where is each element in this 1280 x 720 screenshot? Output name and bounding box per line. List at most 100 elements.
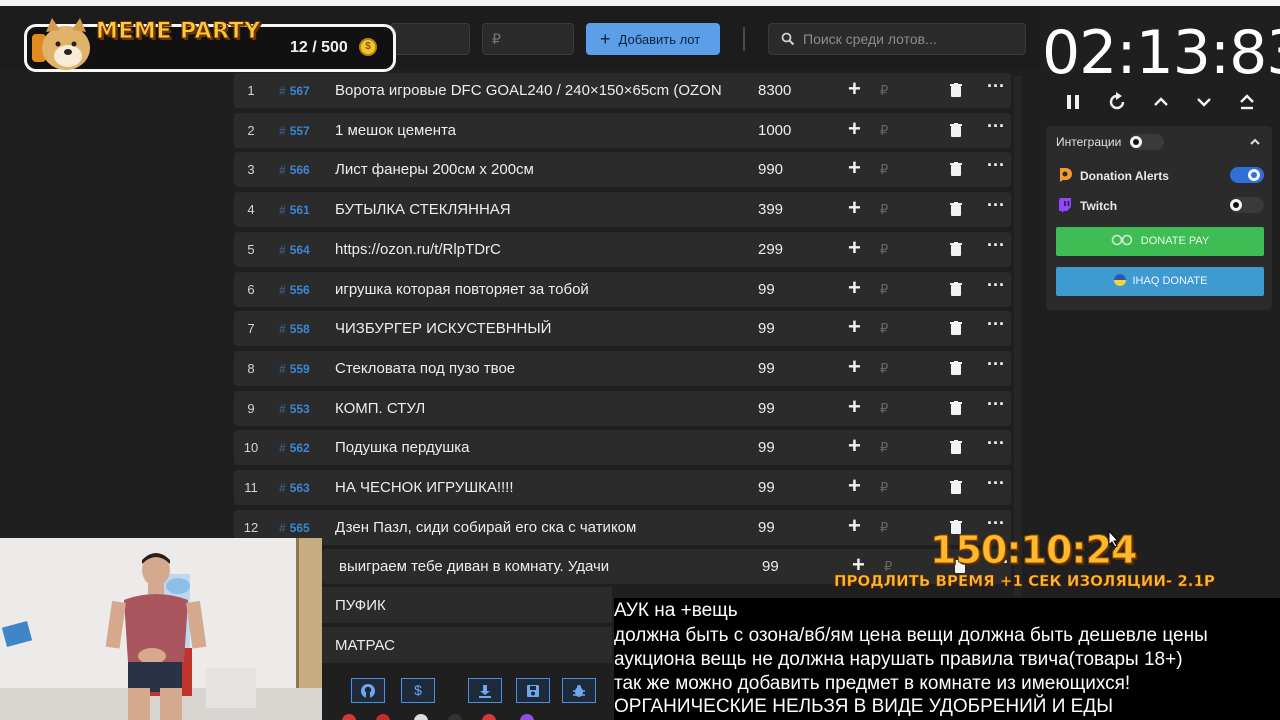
plain-lot-row[interactable]: ПУФИК (322, 587, 612, 623)
more-options-icon[interactable]: ··· (987, 473, 1005, 494)
more-options-icon[interactable]: ··· (987, 314, 1005, 335)
lot-name[interactable]: БУТЫЛКА СТЕКЛЯННАЯ (335, 201, 731, 218)
lot-id[interactable]: #553 (279, 402, 310, 416)
lot-name[interactable]: КОМП. СТУЛ (335, 400, 731, 417)
amount-input[interactable]: ₽ (880, 361, 888, 377)
lot-name[interactable]: Дзен Пазл, сиди собирай его ска с чатико… (335, 519, 731, 536)
lot-row[interactable]: 7 #558 ЧИЗБУРГЕР ИСКУСТЕВННЫЙ 99 + ₽ ··· (234, 311, 1011, 347)
chevron-up-icon[interactable] (1249, 136, 1261, 148)
add-amount-button[interactable]: + (848, 316, 861, 338)
lot-name[interactable]: Лист фанеры 200см х 200см (335, 161, 731, 178)
amount-input[interactable]: ₽ (880, 202, 888, 218)
amount-input[interactable]: ₽ (880, 480, 888, 496)
lot-name-input[interactable] (390, 23, 470, 55)
more-options-icon[interactable]: ··· (987, 354, 1005, 375)
lot-name[interactable]: https://ozon.ru/t/RlpTDrC (335, 241, 731, 258)
amount-input[interactable]: ₽ (880, 123, 888, 139)
lot-row[interactable]: 4 #561 БУТЫЛКА СТЕКЛЯННАЯ 399 + ₽ ··· (234, 192, 1011, 228)
lot-row[interactable]: 5 #564 https://ozon.ru/t/RlpTDrC 299 + ₽ ··· (234, 231, 1011, 267)
lot-id[interactable]: #562 (279, 441, 310, 455)
amount-input[interactable]: ₽ (880, 321, 888, 337)
chevron-down-icon[interactable] (1194, 92, 1214, 112)
more-options-icon[interactable]: ··· (987, 433, 1005, 454)
lot-name[interactable]: 1 мешок цемента (335, 122, 731, 139)
bug-report-button[interactable] (562, 678, 596, 703)
delete-icon[interactable] (950, 241, 962, 261)
save-button[interactable] (516, 678, 550, 703)
lot-row[interactable]: 6 #556 игрушка которая повторяет за тобой 9… (234, 271, 1011, 307)
more-options-icon[interactable]: ··· (987, 195, 1005, 216)
add-amount-button[interactable]: + (848, 117, 861, 140)
more-options-icon[interactable]: ··· (987, 235, 1005, 256)
ihaq-donate-button[interactable]: IHAQ DONATE (1056, 267, 1264, 296)
delete-icon[interactable] (950, 281, 962, 301)
lot-id[interactable]: #558 (279, 322, 310, 336)
app-icon[interactable] (448, 714, 462, 720)
lot-name[interactable]: выиграем тебе диван в комнату. Удачи (339, 558, 735, 575)
integrations-toggle[interactable] (1130, 134, 1164, 150)
add-amount-button[interactable]: + (848, 355, 861, 378)
donate-dollar-button[interactable]: $ (401, 678, 435, 703)
lot-id[interactable]: #556 (279, 283, 310, 297)
delete-icon[interactable] (950, 360, 962, 380)
add-amount-button[interactable]: + (848, 157, 861, 179)
add-amount-button[interactable]: + (848, 78, 861, 100)
add-amount-button[interactable]: + (848, 395, 861, 418)
app-icon[interactable] (376, 714, 390, 720)
amount-input[interactable]: ₽ (880, 520, 888, 536)
lot-id[interactable]: #559 (279, 362, 310, 376)
amount-input[interactable]: ₽ (880, 242, 888, 258)
app-icon[interactable] (342, 714, 356, 720)
app-icon[interactable] (520, 714, 534, 720)
github-button[interactable] (351, 678, 385, 703)
lot-row[interactable]: 9 #553 КОМП. СТУЛ 99 + ₽ ··· (234, 390, 1011, 426)
lot-row[interactable]: 1 #567 Ворота игровые DFC GOAL240 / 240×15… (234, 73, 1011, 108)
pause-icon[interactable] (1064, 92, 1084, 112)
add-lot-button[interactable]: + Добавить лот (586, 23, 720, 55)
download-button[interactable] (468, 678, 502, 703)
donate-pay-button[interactable]: DONATE PAY (1056, 227, 1264, 256)
delete-icon[interactable] (950, 480, 962, 499)
add-amount-button[interactable]: + (848, 514, 861, 537)
lot-name[interactable]: игрушка которая повторяет за тобой (335, 281, 731, 298)
delete-icon[interactable] (950, 162, 962, 181)
more-options-icon[interactable]: ··· (987, 116, 1005, 137)
double-chevron-up-icon[interactable] (1237, 92, 1257, 112)
lot-id[interactable]: #557 (279, 124, 310, 138)
lot-id[interactable]: #566 (279, 163, 310, 177)
add-amount-button[interactable]: + (848, 236, 861, 259)
lot-name[interactable]: Ворота игровые DFC GOAL240 / 240×150×65c… (335, 82, 731, 99)
more-options-icon[interactable]: ··· (987, 394, 1005, 415)
lot-id[interactable]: #563 (279, 481, 310, 495)
lot-id[interactable]: #564 (279, 243, 310, 257)
add-amount-button[interactable]: + (848, 435, 861, 457)
amount-input[interactable]: ₽ (880, 162, 888, 178)
add-amount-button[interactable]: + (848, 475, 861, 497)
lot-id[interactable]: #567 (279, 84, 310, 98)
lot-row[interactable]: 11 #563 НА ЧЕСНОК ИГРУШКА!!!! 99 + ₽ ··· (234, 470, 1011, 505)
more-options-icon[interactable]: ··· (987, 275, 1005, 296)
lot-amount-input[interactable]: ₽ (482, 23, 574, 55)
delete-icon[interactable] (950, 202, 962, 221)
lot-id[interactable]: #565 (279, 521, 310, 535)
more-options-icon[interactable]: ··· (987, 155, 1005, 176)
app-icon[interactable] (482, 714, 496, 720)
lot-row[interactable]: 2 #557 1 мешок цемента 1000 + ₽ ··· (234, 112, 1011, 148)
amount-input[interactable]: ₽ (880, 282, 888, 298)
app-icon[interactable] (414, 714, 428, 720)
amount-input[interactable]: ₽ (880, 83, 888, 99)
delete-icon[interactable] (950, 83, 962, 102)
amount-input[interactable]: ₽ (880, 401, 888, 417)
more-options-icon[interactable]: ··· (987, 76, 1005, 97)
lot-row[interactable]: 12 #565 Дзен Пазл, сиди собирай его ска с … (234, 509, 1011, 545)
delete-icon[interactable] (950, 321, 962, 340)
lot-search-input[interactable]: Поиск среди лотов... (768, 23, 1026, 55)
lot-name[interactable]: Подушка пердушка (335, 439, 731, 456)
amount-input[interactable]: ₽ (880, 440, 888, 456)
delete-icon[interactable] (950, 122, 962, 142)
delete-icon[interactable] (950, 440, 962, 459)
lot-row[interactable]: 8 #559 Стекловата под пузо твое 99 + ₽ ··· (234, 350, 1011, 386)
lot-name[interactable]: Стекловата под пузо твое (335, 360, 731, 377)
lot-name[interactable]: ЧИЗБУРГЕР ИСКУСТЕВННЫЙ (335, 320, 731, 337)
delete-icon[interactable] (950, 400, 962, 420)
